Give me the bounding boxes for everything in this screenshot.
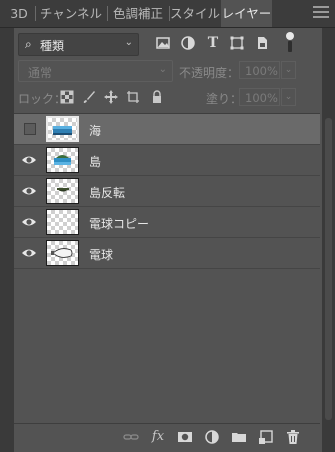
- lock-image-pixels-icon[interactable]: [82, 90, 96, 104]
- lock-position-icon[interactable]: [104, 90, 118, 104]
- fill-input[interactable]: 100%: [239, 88, 280, 106]
- link-icon[interactable]: [123, 429, 139, 445]
- eye-icon[interactable]: [21, 183, 37, 199]
- layer-name: 電球: [89, 248, 114, 262]
- opacity-input[interactable]: 100%: [239, 61, 280, 79]
- visibility-toggle-off[interactable]: [24, 123, 36, 135]
- layer-filter-select[interactable]: ⌕ 種類 ⌄: [18, 33, 139, 56]
- shape-layer-filter-icon[interactable]: [229, 35, 245, 51]
- panel-left-gutter: [0, 28, 14, 452]
- layer-row-island[interactable]: 島: [14, 145, 320, 176]
- chevron-down-icon: ⌄: [124, 37, 133, 48]
- layer-name: 電球コピー: [89, 217, 150, 231]
- type-layer-filter-icon[interactable]: T: [205, 35, 221, 51]
- layer-name: 島: [89, 155, 102, 169]
- chevron-down-icon: ⌄: [158, 64, 167, 75]
- tab-layers[interactable]: レイヤー: [221, 0, 272, 27]
- eye-icon[interactable]: [21, 245, 37, 261]
- filter-kind-label: 種類: [40, 39, 65, 53]
- layer-thumbnail: [46, 178, 79, 204]
- adjustment-icon[interactable]: [204, 429, 220, 445]
- prevent-auto-nesting-icon[interactable]: [126, 90, 140, 104]
- layer-row-sea[interactable]: 海: [14, 114, 320, 145]
- eye-icon[interactable]: [21, 152, 37, 168]
- tab-3d[interactable]: 3D: [4, 0, 34, 27]
- layers-panel: 3D チャンネル 色調補正 スタイル レイヤー ⌕ 種類 ⌄ T 通常 ⌄ 不透…: [0, 0, 335, 452]
- layer-thumbnail: [46, 209, 79, 235]
- layer-name: 島反転: [89, 186, 126, 200]
- fill-dropdown-icon[interactable]: ⌄: [281, 88, 296, 106]
- opacity-dropdown-icon[interactable]: ⌄: [281, 61, 296, 79]
- pixel-layer-filter-icon[interactable]: [155, 35, 171, 51]
- eye-icon[interactable]: [21, 214, 37, 230]
- trash-icon[interactable]: [285, 429, 301, 445]
- layer-thumbnail: [46, 147, 79, 173]
- layer-thumbnail: [46, 240, 79, 266]
- opacity-label: 不透明度：: [179, 66, 240, 80]
- layer-list: 海 島 島反転 電球コピー 電球: [14, 114, 320, 423]
- layer-thumbnail: [46, 116, 79, 142]
- filter-toggle-switch[interactable]: [286, 32, 294, 52]
- layer-name: 海: [89, 124, 102, 138]
- fill-label: 塗り：: [206, 92, 243, 106]
- folder-icon[interactable]: [231, 429, 247, 445]
- tab-channels[interactable]: チャンネル: [36, 0, 106, 27]
- layer-row-bulb[interactable]: 電球: [14, 238, 320, 269]
- panel-tab-bar: 3D チャンネル 色調補正 スタイル レイヤー: [0, 0, 335, 28]
- layer-actions-bar: fx: [14, 423, 320, 447]
- panel-menu-icon[interactable]: [313, 6, 329, 21]
- fx-icon[interactable]: fx: [150, 429, 166, 445]
- lock-label: ロック：: [18, 92, 67, 106]
- layer-row-island-flipped[interactable]: 島反転: [14, 176, 320, 207]
- tab-adjustments[interactable]: 色調補正: [108, 0, 168, 27]
- lock-transparent-pixels-icon[interactable]: [60, 90, 74, 104]
- adjustment-layer-filter-icon[interactable]: [180, 35, 196, 51]
- tab-styles[interactable]: スタイル: [170, 0, 220, 27]
- lock-all-icon[interactable]: [150, 90, 164, 104]
- blend-mode-select[interactable]: 通常 ⌄: [18, 60, 173, 82]
- mask-icon[interactable]: [177, 429, 193, 445]
- smart-object-filter-icon[interactable]: [254, 35, 270, 51]
- new-layer-icon[interactable]: [258, 429, 274, 445]
- blend-mode-value: 通常: [28, 66, 53, 80]
- search-icon: ⌕: [25, 37, 32, 51]
- scrollbar-thumb[interactable]: [325, 118, 332, 420]
- layer-row-bulb-copy[interactable]: 電球コピー: [14, 207, 320, 238]
